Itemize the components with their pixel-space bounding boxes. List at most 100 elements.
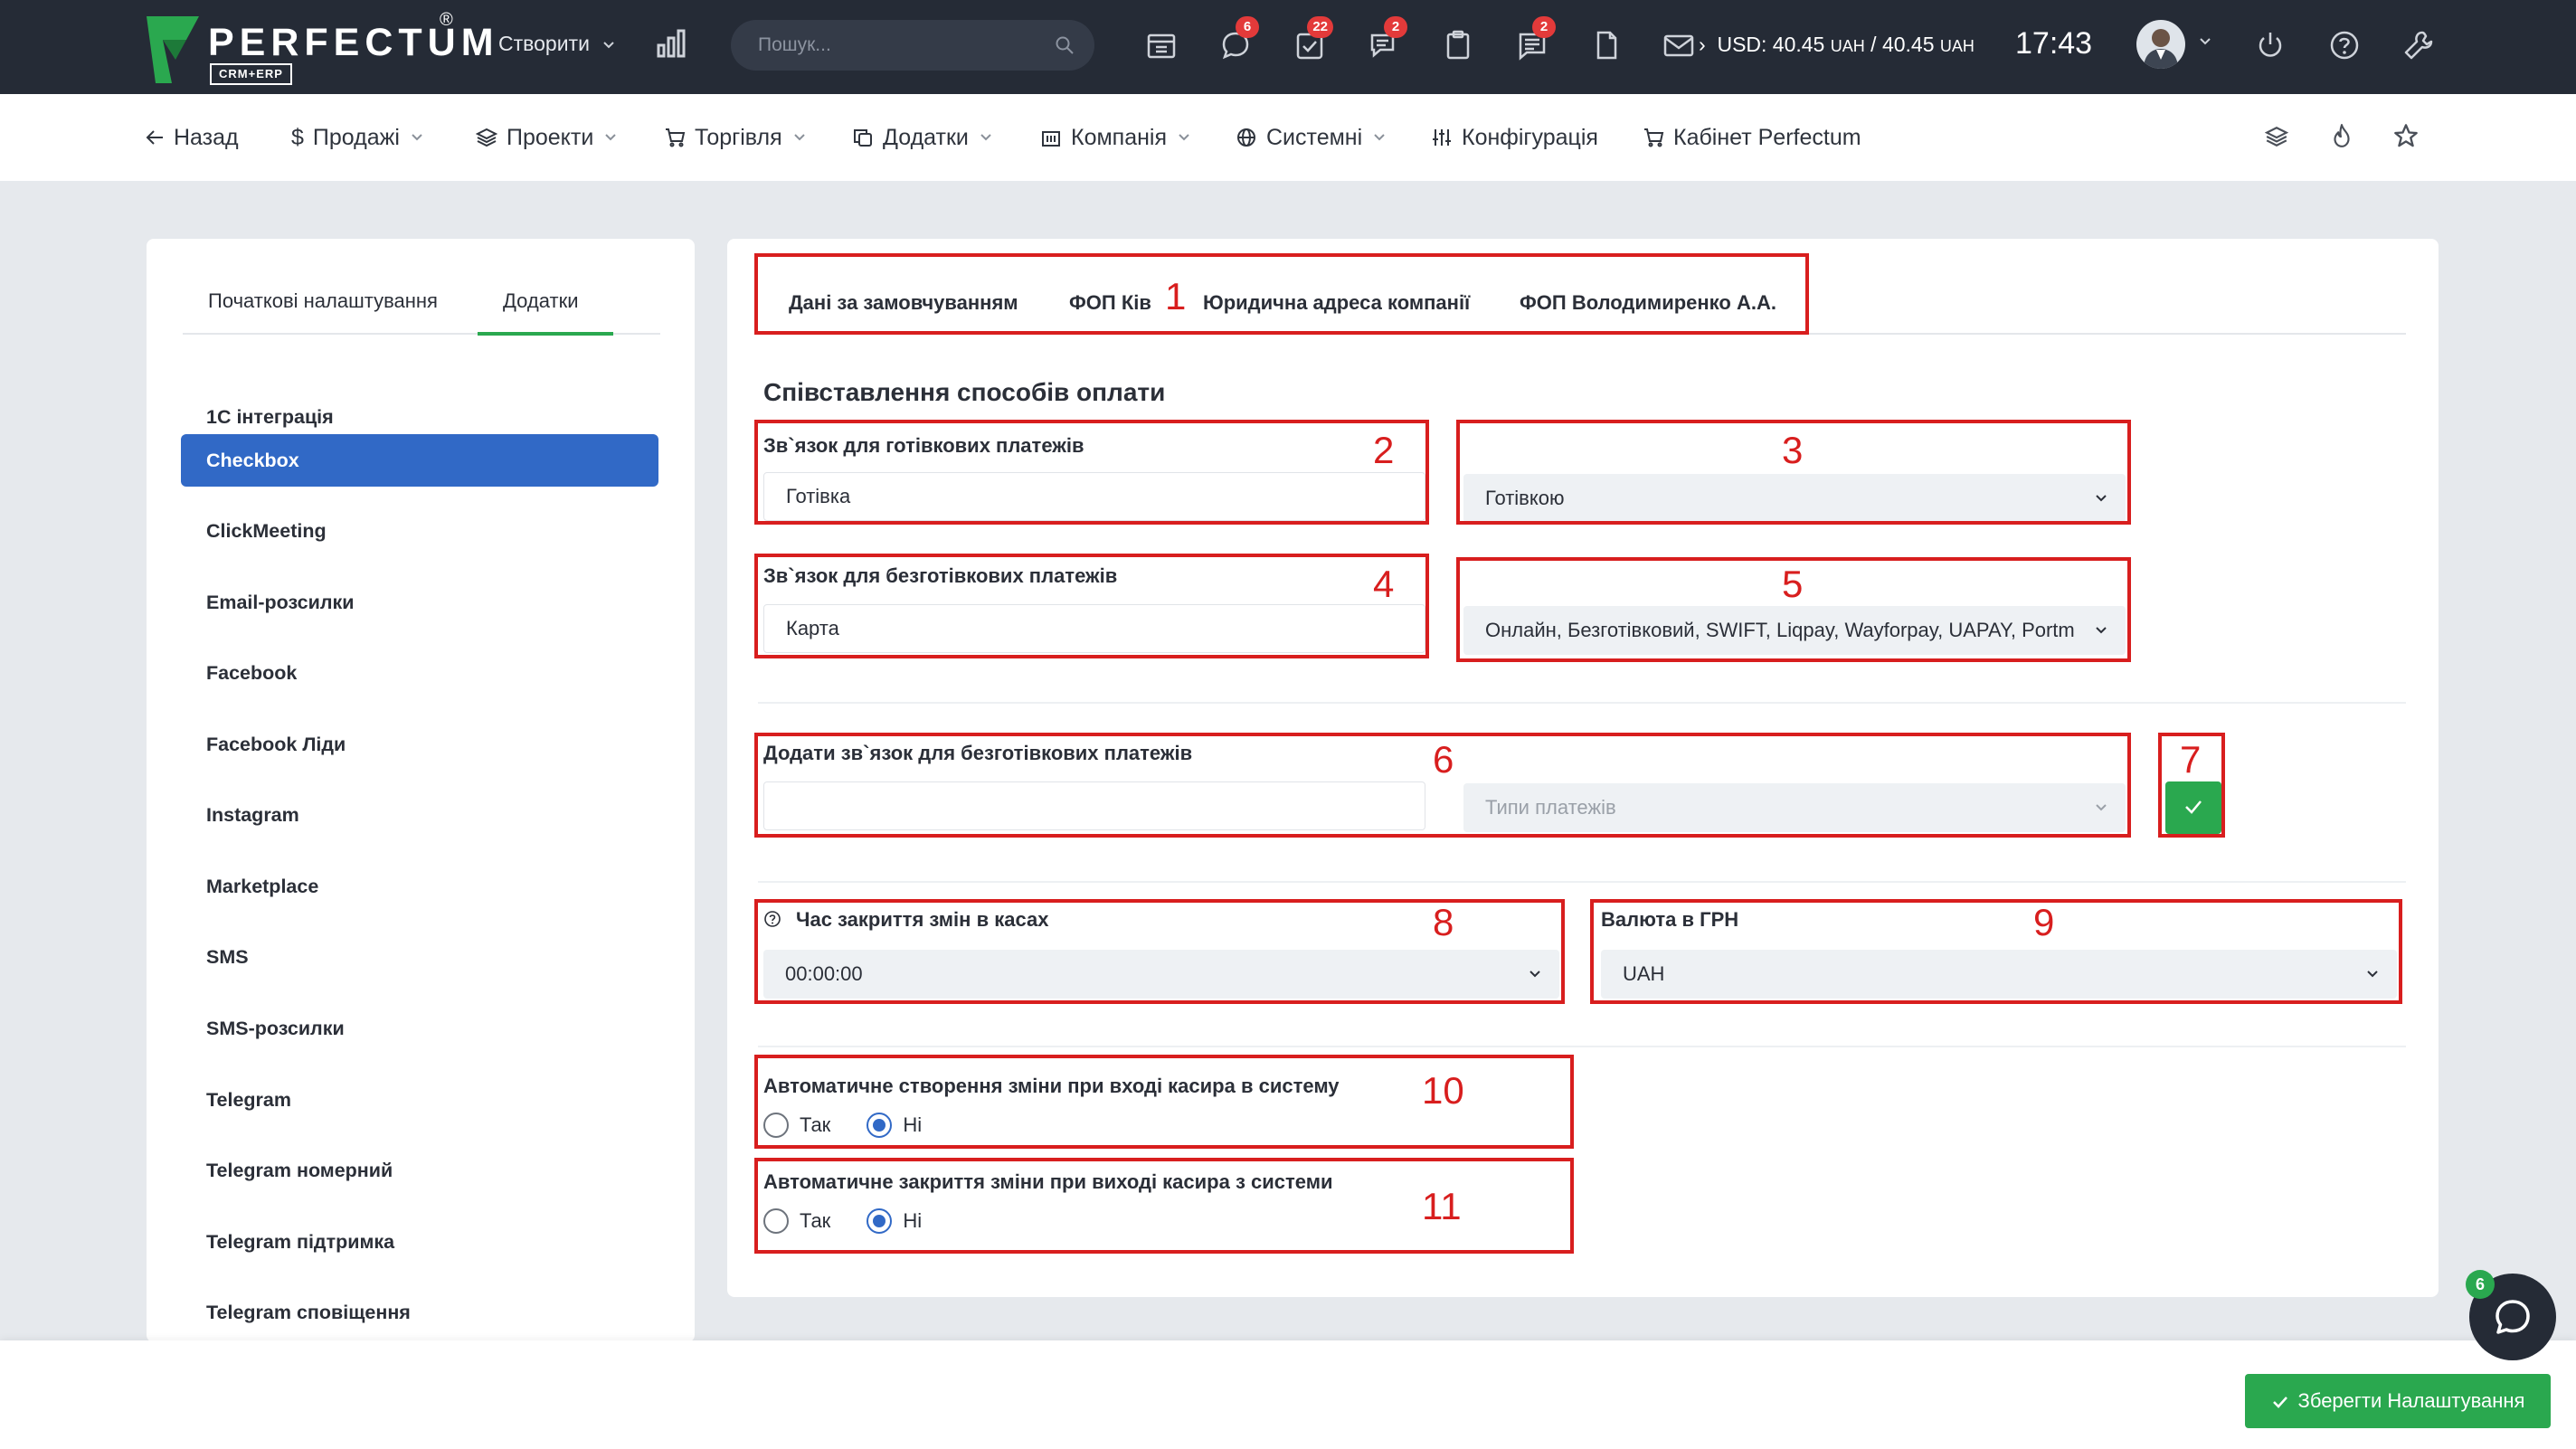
fire-icon[interactable]	[2330, 123, 2353, 148]
sidebar-item-telegram-number[interactable]: Telegram номерний	[181, 1144, 658, 1197]
power-icon[interactable]	[2250, 25, 2290, 65]
chevron-down-icon	[603, 42, 615, 49]
sidebar-item-clickmeeting[interactable]: ClickMeeting	[181, 505, 658, 557]
search-icon[interactable]	[1055, 35, 1075, 55]
annotation-number-11: 11	[1422, 1185, 1462, 1227]
currency-separator: /	[1870, 33, 1877, 56]
sidebar-item-checkbox[interactable]: Checkbox	[181, 434, 658, 487]
nav-back[interactable]: Назад	[145, 121, 239, 154]
chevron-down-icon	[605, 134, 617, 141]
document-icon[interactable]	[1586, 25, 1626, 65]
currency-arrow-icon: ›	[1699, 33, 1712, 56]
nav-company[interactable]: Компанія	[1040, 121, 1190, 154]
chevron-down-icon	[412, 134, 422, 141]
clock: 17:43	[2015, 26, 2093, 61]
sidebar-item-instagram[interactable]: Instagram	[181, 789, 658, 841]
sidebar-item-facebook-leads[interactable]: Facebook Ліди	[181, 718, 658, 771]
logo-mark-icon	[147, 16, 199, 83]
create-menu[interactable]: Створити	[498, 30, 615, 57]
annotation-number-2: 2	[1373, 429, 1395, 471]
nav-addons[interactable]: Додатки	[852, 121, 992, 154]
check-icon	[2272, 1397, 2287, 1409]
sidebar-item-sms-mailing[interactable]: SMS-розсилки	[181, 1002, 658, 1055]
sliders-icon	[1433, 129, 1451, 146]
nav-projects-label: Проекти	[507, 124, 594, 150]
nav-sales[interactable]: $ Продажі	[291, 121, 423, 154]
nav-addons-label: Додатки	[883, 124, 969, 150]
save-settings-button[interactable]: Зберегти Налаштування	[2245, 1374, 2551, 1428]
sidebar-item-telegram-notifications[interactable]: Telegram сповіщення	[181, 1286, 658, 1339]
currency-unit-2: UAH	[1939, 37, 1975, 55]
search-input[interactable]	[758, 31, 1047, 60]
section-title: Співставлення способів оплати	[763, 378, 1166, 406]
tab-initial-settings[interactable]: Початкові налаштування	[208, 289, 438, 313]
create-label: Створити	[498, 32, 590, 55]
annotation-number-8: 8	[1433, 901, 1454, 943]
divider	[758, 702, 2406, 704]
tab-addons[interactable]: Додатки	[503, 289, 578, 313]
help-icon[interactable]	[2325, 25, 2364, 65]
avatar[interactable]	[2136, 20, 2185, 69]
clipboard-icon[interactable]	[1438, 25, 1478, 65]
logo-subtitle: CRM+ERP	[210, 63, 292, 85]
nav-bar: Назад $ Продажі Проекти Торгівля Додатки…	[0, 94, 2576, 181]
nav-cabinet[interactable]: Кабінет Perfectum	[1643, 121, 1861, 154]
analytics-icon[interactable]	[655, 27, 687, 60]
annotation-number-5: 5	[1782, 563, 1804, 605]
building-icon	[1042, 131, 1060, 147]
sidebar-item-telegram[interactable]: Telegram	[181, 1074, 658, 1126]
currency-value-2: 40.45	[1881, 33, 1935, 56]
sidebar-item-facebook[interactable]: Facebook	[181, 647, 658, 699]
cart-icon	[666, 128, 686, 147]
annotation-number-6: 6	[1433, 738, 1454, 781]
annotation-number-4: 4	[1373, 563, 1395, 605]
sidebar-item-email[interactable]: Email-розсилки	[181, 576, 658, 629]
logo-registered: ®	[440, 10, 453, 30]
calendar-icon[interactable]	[1141, 25, 1181, 65]
chevron-down-icon	[1374, 134, 1385, 141]
layers-icon	[476, 128, 497, 147]
save-settings-label: Зберегти Налаштування	[2297, 1389, 2525, 1412]
messages-badge: 2	[1384, 16, 1407, 38]
nav-sales-label: Продажі	[312, 124, 400, 150]
annotation-box-2	[754, 420, 1429, 525]
sidebar-item-marketplace[interactable]: Marketplace	[181, 860, 658, 913]
sidebar-item-telegram-support[interactable]: Telegram підтримка	[181, 1216, 658, 1268]
layers-icon[interactable]	[2265, 125, 2288, 148]
nav-system-label: Системні	[1266, 124, 1363, 150]
chat-bubble-icon	[2496, 1300, 2530, 1334]
annotation-box-1	[754, 253, 1809, 335]
nav-cabinet-label: Кабінет Perfectum	[1673, 124, 1861, 150]
annotation-number-3: 3	[1782, 429, 1804, 471]
nav-trade[interactable]: Торгівля	[664, 121, 806, 154]
chevron-down-icon	[1179, 134, 1189, 141]
annotation-box-9	[1590, 899, 2402, 1004]
currency-rate: › USD: 40.45 UAH / 40.45 UAH	[1699, 31, 1975, 60]
annotation-box-4	[754, 554, 1429, 658]
cart-icon	[1644, 128, 1664, 147]
logo[interactable]: PERFECTUM ® CRM+ERP	[147, 10, 494, 85]
chat-icon[interactable]: 6	[1216, 16, 1259, 65]
nav-config[interactable]: Конфігурація	[1431, 121, 1598, 154]
chevron-down-icon[interactable]	[2198, 36, 2212, 47]
tasks-badge: 22	[1307, 16, 1333, 38]
currency-usd-label: USD:	[1717, 33, 1767, 56]
footer-bar	[0, 1340, 2576, 1449]
nav-trade-label: Торгівля	[695, 124, 782, 150]
mail-icon[interactable]	[1659, 25, 1699, 65]
annotation-number-9: 9	[2033, 901, 2055, 943]
settings-sidebar: Початкові налаштування Додатки 1С інтегр…	[147, 239, 695, 1342]
star-icon[interactable]	[2393, 123, 2419, 148]
globe-icon	[1237, 128, 1255, 147]
tasks-icon[interactable]: 22	[1290, 16, 1333, 65]
dollar-icon: $	[291, 124, 304, 150]
annotation-number-1: 1	[1165, 275, 1187, 317]
nav-system[interactable]: Системні	[1236, 121, 1386, 154]
notes-icon[interactable]: 2	[1512, 16, 1556, 65]
search-box[interactable]	[731, 20, 1094, 71]
nav-projects[interactable]: Проекти	[476, 121, 617, 154]
nav-company-label: Компанія	[1071, 124, 1167, 150]
messages-icon[interactable]: 2	[1364, 16, 1407, 65]
sidebar-item-sms[interactable]: SMS	[181, 931, 658, 983]
wrench-icon[interactable]	[2399, 25, 2439, 65]
